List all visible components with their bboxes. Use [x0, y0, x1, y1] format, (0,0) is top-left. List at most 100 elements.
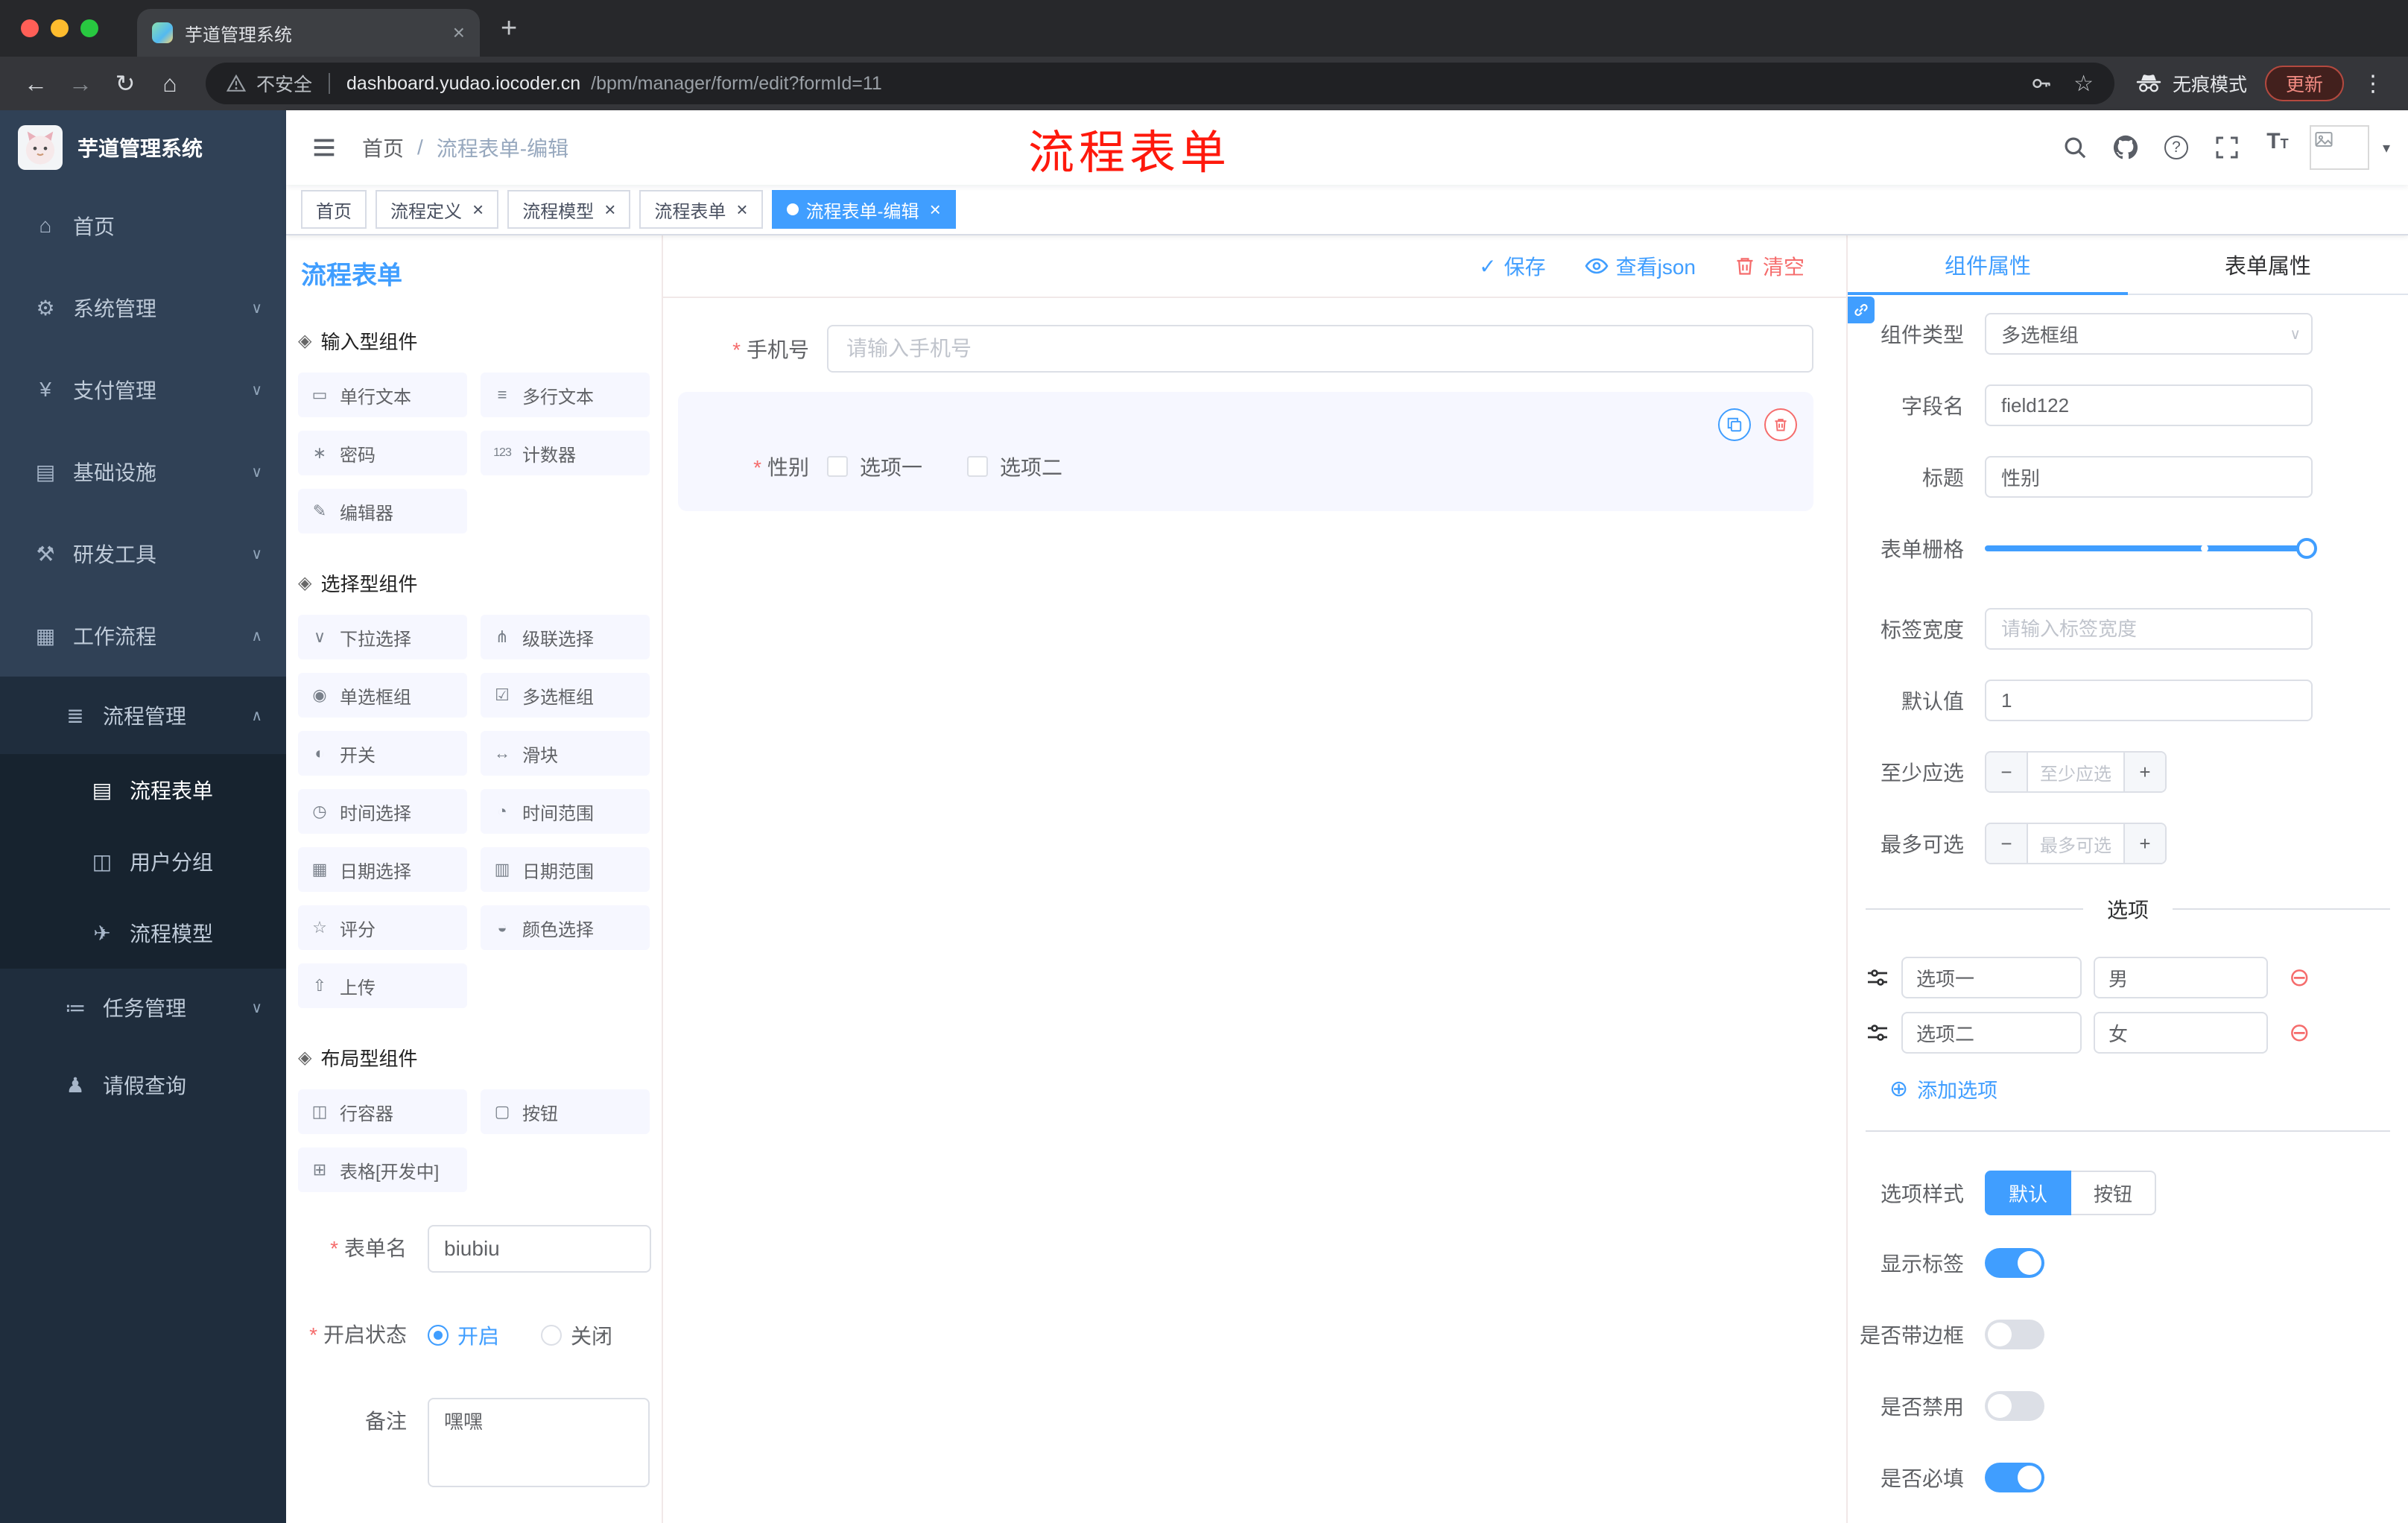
canvas-field-gender-selected[interactable]: 性别 选项一 选项二 [678, 392, 1813, 511]
sidebar-item-task-management[interactable]: ≔ 任务管理 ∨ [0, 969, 286, 1046]
palette-item-editor[interactable]: ✎ 编辑器 [298, 489, 467, 533]
gender-option1-checkbox[interactable]: 选项一 [827, 452, 922, 481]
palette-item-row-container[interactable]: ◫ 行容器 [298, 1089, 467, 1134]
stepper-decrease-button[interactable]: − [1986, 753, 2028, 791]
tag-process-model[interactable]: 流程模型 × [507, 190, 631, 229]
option-name-input[interactable] [1901, 1012, 2082, 1054]
palette-item-checkbox-group[interactable]: ☑ 多选框组 [481, 673, 650, 718]
github-icon[interactable] [2107, 129, 2144, 166]
option-name-input[interactable] [1901, 957, 2082, 998]
phone-field-input[interactable] [827, 325, 1813, 373]
sidebar-item-process-management[interactable]: ≣ 流程管理 ∧ [0, 677, 286, 754]
drag-handle-icon[interactable] [1866, 1021, 1889, 1045]
required-toggle[interactable] [1985, 1463, 2044, 1492]
option-value-input[interactable] [2094, 957, 2268, 998]
palette-item-rate[interactable]: ☆ 评分 [298, 905, 467, 950]
browser-tab[interactable]: 芋道管理系统 × [137, 9, 480, 57]
tag-process-form-edit[interactable]: 流程表单-编辑 × [771, 190, 956, 229]
tag-close-icon[interactable]: × [472, 198, 484, 221]
sidebar-item-leave-query[interactable]: ♟ 请假查询 [0, 1046, 286, 1124]
palette-item-cascader[interactable]: ⋔ 级联选择 [481, 615, 650, 659]
bookmark-star-icon[interactable]: ☆ [2073, 71, 2094, 97]
fullscreen-icon[interactable] [2208, 129, 2246, 166]
clear-button[interactable]: 清空 [1734, 251, 1805, 281]
tag-process-form[interactable]: 流程表单 × [639, 190, 763, 229]
palette-item-button[interactable]: ▢ 按钮 [481, 1089, 650, 1134]
window-zoom-button[interactable] [80, 19, 98, 37]
stepper-decrease-button[interactable]: − [1986, 824, 2028, 863]
browser-menu-icon[interactable]: ⋮ [2347, 71, 2393, 97]
style-default-button[interactable]: 默认 [1985, 1171, 2072, 1215]
password-key-icon[interactable] [2030, 72, 2053, 95]
sidebar-item-home[interactable]: ⌂ 首页 [0, 185, 286, 267]
sidebar-item-payment[interactable]: ¥ 支付管理 ∨ [0, 349, 286, 431]
help-icon[interactable]: ? [2158, 129, 2195, 166]
sidebar-item-user-group[interactable]: ◫ 用户分组 [0, 826, 286, 897]
link-icon[interactable] [1848, 297, 1875, 323]
breadcrumb-home[interactable]: 首页 [362, 133, 404, 162]
window-minimize-button[interactable] [51, 19, 69, 37]
field-name-input[interactable] [1985, 384, 2313, 426]
tag-close-icon[interactable]: × [736, 198, 747, 221]
status-on-radio[interactable] [428, 1325, 449, 1346]
canvas-field-phone[interactable]: 手机号 [678, 325, 1813, 373]
palette-item-date-range[interactable]: ▥ 日期范围 [481, 847, 650, 892]
reload-button[interactable]: ↻ [104, 63, 146, 104]
palette-item-counter[interactable]: 123 计数器 [481, 431, 650, 475]
palette-item-multi-text[interactable]: ≡ 多行文本 [481, 373, 650, 417]
sidebar-item-devtools[interactable]: ⚒ 研发工具 ∨ [0, 513, 286, 595]
address-bar[interactable]: 不安全 dashboard.yudao.iocoder.cn/bpm/manag… [206, 63, 2114, 104]
palette-item-time-picker[interactable]: ◷ 时间选择 [298, 789, 467, 834]
sidebar-item-process-model[interactable]: ✈ 流程模型 [0, 897, 286, 969]
sidebar-item-process-form[interactable]: ▤ 流程表单 [0, 754, 286, 826]
min-select-placeholder[interactable]: 至少应选 [2028, 753, 2123, 791]
forward-button[interactable]: → [60, 63, 101, 104]
browser-update-button[interactable]: 更新 [2264, 66, 2344, 101]
tag-home[interactable]: 首页 [301, 190, 367, 229]
avatar[interactable] [2309, 125, 2369, 170]
search-icon[interactable] [2056, 129, 2094, 166]
browser-home-button[interactable]: ⌂ [149, 63, 191, 104]
remove-option-button[interactable]: ⊖ [2289, 1020, 2310, 1045]
stepper-increase-button[interactable]: + [2123, 753, 2165, 791]
gender-option2-checkbox[interactable]: 选项二 [967, 452, 1062, 481]
default-value-input[interactable] [1985, 680, 2313, 721]
remove-option-button[interactable]: ⊖ [2289, 965, 2310, 990]
delete-component-button[interactable] [1764, 408, 1797, 441]
palette-item-single-text[interactable]: ▭ 单行文本 [298, 373, 467, 417]
tab-close-icon[interactable]: × [453, 21, 465, 45]
status-off-radio[interactable] [541, 1325, 563, 1346]
sidebar-item-infrastructure[interactable]: ▤ 基础设施 ∨ [0, 431, 286, 513]
sidebar-item-system[interactable]: ⚙ 系统管理 ∨ [0, 267, 286, 349]
palette-item-slider[interactable]: ↔ 滑块 [481, 731, 650, 776]
drag-handle-icon[interactable] [1866, 966, 1889, 990]
status-on-label[interactable]: 开启 [457, 1320, 499, 1350]
with-border-toggle[interactable] [1985, 1320, 2044, 1349]
palette-item-select[interactable]: ∨ 下拉选择 [298, 615, 467, 659]
tab-form-props[interactable]: 表单属性 [2128, 235, 2408, 294]
slider-handle[interactable] [2296, 538, 2317, 559]
palette-item-table[interactable]: ⊞ 表格[开发中] [298, 1147, 467, 1192]
palette-item-time-range[interactable]: ◔ 时间范围 [481, 789, 650, 834]
save-button[interactable]: ✓ 保存 [1479, 251, 1545, 281]
show-label-toggle[interactable] [1985, 1248, 2044, 1278]
security-label[interactable]: 不安全 [256, 70, 312, 97]
max-select-placeholder[interactable]: 最多可选 [2028, 824, 2123, 863]
palette-item-radio-group[interactable]: ◉ 单选框组 [298, 673, 467, 718]
palette-item-color-picker[interactable]: ◒ 颜色选择 [481, 905, 650, 950]
title-input[interactable] [1985, 456, 2313, 498]
label-width-input[interactable] [1985, 608, 2313, 650]
palette-item-upload[interactable]: ⇧ 上传 [298, 963, 467, 1008]
form-grid-slider[interactable] [1985, 528, 2317, 569]
palette-item-switch[interactable]: ◐ 开关 [298, 731, 467, 776]
avatar-caret-icon[interactable]: ▾ [2383, 139, 2390, 157]
status-off-label[interactable]: 关闭 [571, 1320, 612, 1350]
add-option-button[interactable]: ⊕ 添加选项 [1848, 1074, 2408, 1104]
tag-close-icon[interactable]: × [604, 198, 615, 221]
form-name-input[interactable] [428, 1225, 651, 1273]
duplicate-component-button[interactable] [1718, 408, 1751, 441]
option-value-input[interactable] [2094, 1012, 2268, 1054]
sidebar-logo[interactable]: 芋道管理系统 [0, 110, 286, 185]
tag-close-icon[interactable]: × [930, 198, 941, 221]
hamburger-icon[interactable] [286, 133, 362, 162]
